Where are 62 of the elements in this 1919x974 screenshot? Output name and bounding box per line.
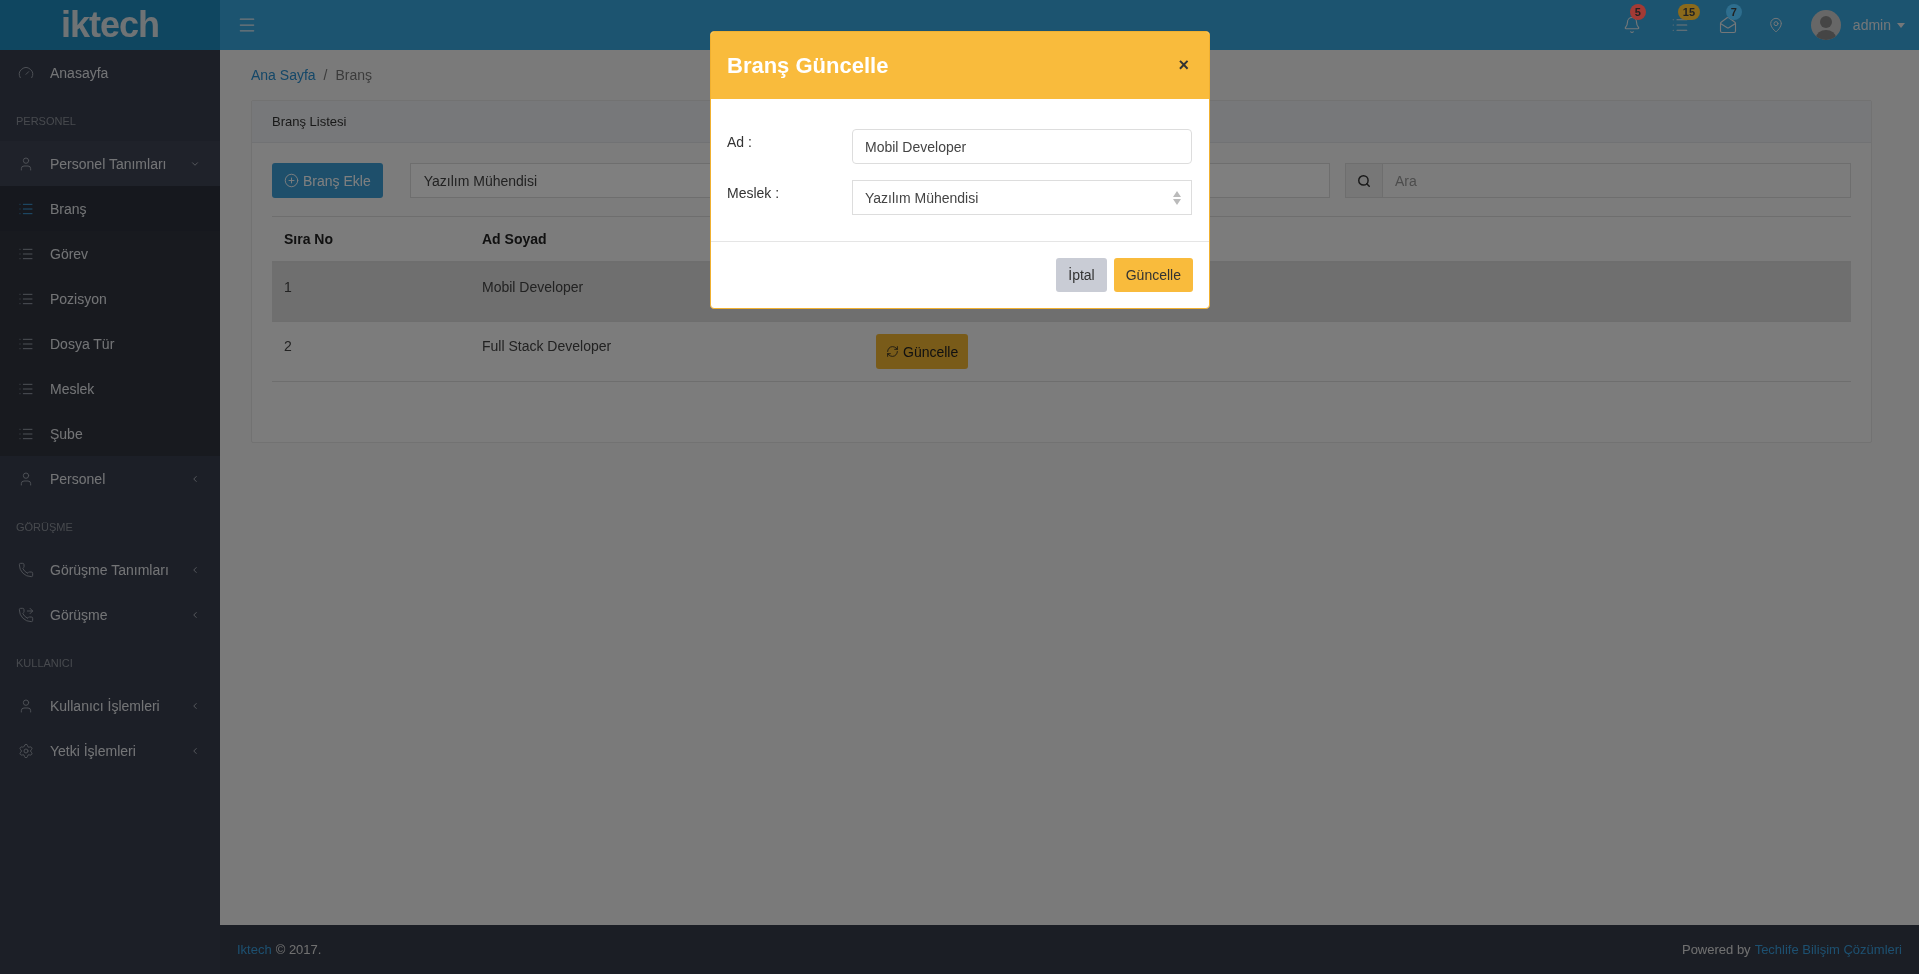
table-cell: 1 <box>272 261 470 322</box>
table-cell: Mobil Developer <box>470 261 864 322</box>
gauge-icon <box>18 64 34 81</box>
notifications-bell-icon[interactable] <box>1622 16 1641 34</box>
sidebar-item[interactable]: Kullanıcı İşlemleri <box>0 683 220 728</box>
cancel-button[interactable]: İptal <box>1056 258 1107 292</box>
table-row[interactable]: 2 Full Stack Developer Güncelle <box>272 321 1851 382</box>
tasks-list-icon[interactable] <box>1670 16 1689 34</box>
field-label: Ad : <box>727 133 753 150</box>
breadcrumb-current: Branş <box>335 67 373 83</box>
brand-link[interactable]: Iktech <box>237 942 272 957</box>
search-icon <box>1357 173 1371 188</box>
table-cell: Full Stack Developer <box>470 321 864 382</box>
sidebar-item[interactable]: Personel <box>0 456 220 501</box>
powered-by-text: Powered by <box>1681 942 1751 957</box>
chevron-icon <box>190 700 200 711</box>
map-pin-icon[interactable] <box>1767 17 1784 33</box>
card-title: Branş Listesi <box>272 114 347 129</box>
count-badge: 7 <box>1725 4 1742 20</box>
user-name[interactable]: admin <box>1852 17 1891 33</box>
breadcrumb-separator: / <box>323 67 328 83</box>
user-icon <box>18 697 34 714</box>
messages-envelope-icon[interactable] <box>1718 16 1737 34</box>
select-field[interactable]: Yazılım Mühendisi <box>852 180 1192 215</box>
count-badge: 5 <box>1629 4 1646 20</box>
sidebar-item[interactable]: Görüşme <box>0 592 220 637</box>
plus-circle-icon <box>284 173 299 188</box>
close-button[interactable]: × <box>1178 55 1189 76</box>
count-badge: 15 <box>1677 4 1701 20</box>
copyright-text: © 2017. <box>275 942 322 957</box>
modal-title: Branş Güncelle <box>727 52 889 79</box>
logo[interactable]: iktech <box>60 4 159 46</box>
refresh-icon <box>886 345 899 358</box>
sidebar-item[interactable]: Görüşme Tanımları <box>0 547 220 592</box>
user-icon <box>18 155 34 172</box>
table-cell: 2 <box>272 321 470 382</box>
sidebar-item[interactable]: Meslek <box>0 366 220 411</box>
input-field[interactable]: Mobil Developer <box>852 129 1192 164</box>
company-link[interactable]: Techlife Bilişim Çözümleri <box>1754 942 1902 957</box>
sidebar-item[interactable]: Şube <box>0 411 220 456</box>
caret-icon[interactable] <box>1897 22 1905 28</box>
column-header: Sıra No <box>272 216 470 262</box>
update-button[interactable]: Güncelle <box>1113 258 1193 292</box>
add-button[interactable]: Branş Ekle <box>272 163 383 198</box>
sort-arrows-icon <box>1173 190 1181 205</box>
chevron-icon <box>190 473 200 484</box>
breadcrumb-link[interactable]: Ana Sayfa <box>251 67 316 83</box>
update-button[interactable]: Güncelle <box>876 334 969 369</box>
sidebar-item[interactable]: Yetki İşlemleri <box>0 728 220 773</box>
chevron-icon <box>190 745 200 756</box>
phone-arrow-icon <box>18 606 34 623</box>
sidebar-item[interactable]: Dosya Tür <box>0 321 220 366</box>
sidebar-item[interactable]: Pozisyon <box>0 276 220 321</box>
avatar[interactable] <box>1810 10 1841 40</box>
sidebar-item[interactable]: Anasayfa <box>0 50 220 95</box>
chevron-icon <box>190 564 200 575</box>
sidebar-item[interactable]: Görev <box>0 231 220 276</box>
field-label: Meslek : <box>727 184 781 201</box>
chevron-icon <box>190 609 200 620</box>
user-icon <box>18 470 34 487</box>
settings-icon <box>18 742 34 759</box>
phone-icon <box>18 561 34 578</box>
